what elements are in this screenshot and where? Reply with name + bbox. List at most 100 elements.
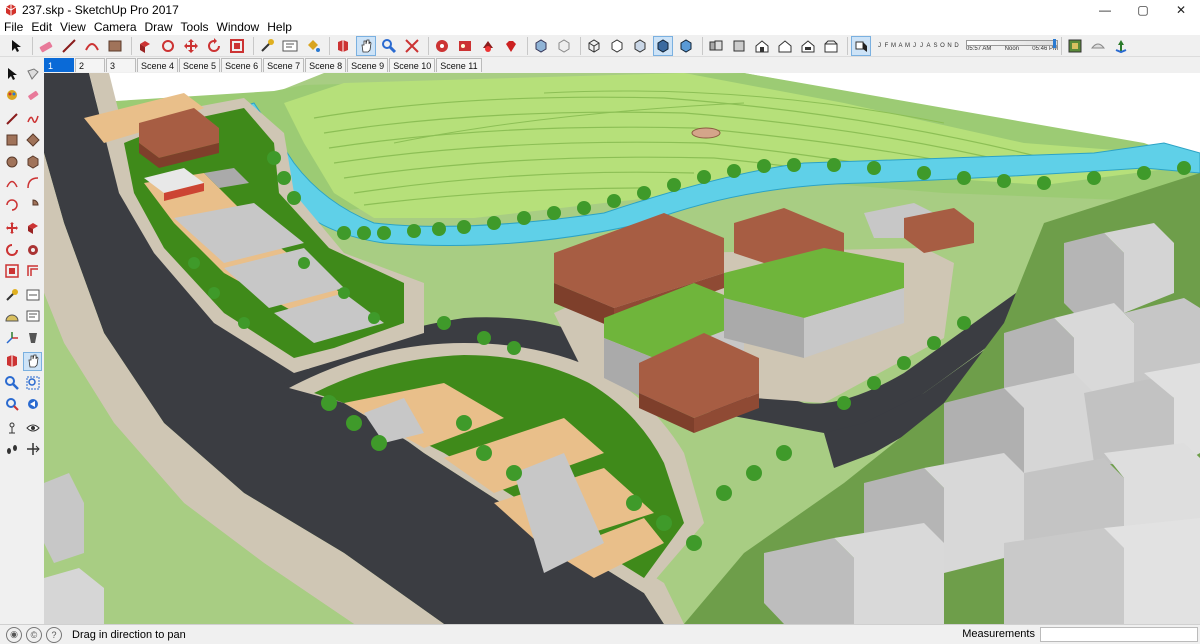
month-label[interactable]: J [911,43,918,49]
menu-help[interactable]: Help [263,19,296,35]
polygon-icon[interactable] [23,152,42,171]
month-label[interactable]: A [925,43,932,49]
zoom-window-icon[interactable] [23,373,42,392]
make-component-icon[interactable] [23,64,42,83]
dimension-icon[interactable] [23,285,42,304]
shaded-icon[interactable] [630,36,650,56]
month-label[interactable]: D [953,43,960,49]
left-view-icon[interactable] [821,36,841,56]
geo-location-icon[interactable]: ◉ [6,626,22,643]
menu-edit[interactable]: Edit [27,19,56,35]
month-label[interactable]: M [890,43,897,49]
arc-icon[interactable] [82,36,102,56]
time-slider-track[interactable] [966,38,1058,48]
pie-icon[interactable] [23,195,42,214]
month-label[interactable]: J [918,43,925,49]
month-label[interactable]: J [876,43,883,49]
arc-icon[interactable] [2,174,21,193]
freehand-icon[interactable] [23,109,42,128]
hidden-line-icon[interactable] [607,36,627,56]
minimize-button[interactable]: — [1086,0,1124,19]
scene-tab-2[interactable]: 2 [75,58,105,72]
shadows-icon[interactable] [851,35,871,56]
menu-file[interactable]: File [0,19,27,35]
model-viewport[interactable] [44,73,1200,624]
two-point-arc-icon[interactable] [23,174,42,193]
follow-me-icon[interactable] [23,240,42,259]
offset-icon[interactable] [23,262,42,281]
tape-measure-icon[interactable] [2,285,21,304]
location-icon[interactable] [1111,36,1131,56]
paint-bucket-icon[interactable] [2,86,21,105]
menu-view[interactable]: View [56,19,90,35]
menu-tools[interactable]: Tools [177,19,213,35]
follow-me-icon[interactable] [158,36,178,56]
rectangle-icon[interactable] [2,131,21,150]
help-icon[interactable]: ? [46,626,62,643]
right-view-icon[interactable] [775,36,795,56]
tape-measure-icon[interactable] [257,36,277,56]
time-slider-knob[interactable] [1052,38,1056,48]
eraser-icon[interactable] [23,86,42,105]
zoom-icon[interactable] [379,36,399,56]
maximize-button[interactable]: ▢ [1124,0,1162,19]
front-view-icon[interactable] [752,36,772,56]
credits-icon[interactable]: © [26,626,42,643]
shaded-textures-icon[interactable] [653,35,673,56]
wireframe-icon[interactable] [584,36,604,56]
close-button[interactable]: ✕ [1162,0,1200,19]
section-plane-icon[interactable] [23,440,42,459]
scene-tab-10[interactable]: Scene 10 [389,58,436,72]
select-icon[interactable] [6,36,26,56]
month-label[interactable]: N [946,43,953,49]
scene-tab-5[interactable]: Scene 5 [179,58,221,72]
line-icon[interactable] [2,109,21,128]
circle-icon[interactable] [2,152,21,171]
select-icon[interactable] [2,64,21,83]
back-edges-icon[interactable] [554,36,574,56]
push-pull-icon[interactable] [23,219,42,238]
eraser-icon[interactable] [36,36,56,56]
fog-icon[interactable] [1088,36,1108,56]
push-pull-icon[interactable] [135,36,155,56]
month-label[interactable]: S [932,43,939,49]
shadow-month-selector[interactable]: J F M A M J J A S O N D [876,38,960,54]
rectangle-icon[interactable] [105,36,125,56]
orbit-icon[interactable] [333,36,353,56]
menu-draw[interactable]: Draw [141,19,177,35]
measurements-input[interactable] [1040,627,1198,642]
scene-tab-11[interactable]: Scene 11 [436,58,482,72]
month-label[interactable]: O [939,43,946,49]
monochrome-icon[interactable] [676,36,696,56]
text-icon[interactable] [23,307,42,326]
menu-window[interactable]: Window [213,19,264,35]
3d-text-icon[interactable] [23,328,42,347]
paint-bucket-icon[interactable] [303,36,323,56]
orbit-icon[interactable] [2,352,21,371]
three-point-arc-icon[interactable] [2,195,21,214]
scene-tab-9[interactable]: Scene 9 [347,58,389,72]
warehouse-icon[interactable] [432,36,452,56]
layers-icon[interactable] [1065,36,1085,56]
rotate-icon[interactable] [2,240,21,259]
xray-icon[interactable] [531,36,551,56]
scale-icon[interactable] [227,36,247,56]
zoom-extents-icon[interactable] [2,395,21,414]
scene-tab-1[interactable]: 1 [44,58,74,72]
extension-icon[interactable] [455,36,475,56]
scene-tab-8[interactable]: Scene 8 [305,58,347,72]
rotated-rectangle-icon[interactable] [23,131,42,150]
back-view-icon[interactable] [798,36,818,56]
walk-icon[interactable] [2,440,21,459]
month-label[interactable]: F [883,43,890,49]
top-view-icon[interactable] [729,36,749,56]
zoom-icon[interactable] [2,373,21,392]
ruby-icon[interactable] [501,36,521,56]
pan-icon[interactable] [23,351,42,371]
previous-icon[interactable] [23,395,42,414]
iso-view-icon[interactable] [706,36,726,56]
shadow-time-slider[interactable]: 05:57 AM Noon 05:46 PM [966,38,1058,52]
month-label[interactable]: M [904,43,911,49]
scene-tab-4[interactable]: Scene 4 [137,58,179,72]
look-around-icon[interactable] [23,418,42,437]
